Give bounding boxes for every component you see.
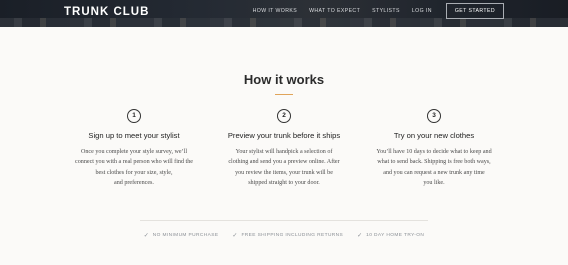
top-navigation-bar: TRUNK CLUB HOW IT WORKS WHAT TO EXPECT S… <box>0 0 568 27</box>
step-description-line: and preferences. <box>114 180 154 187</box>
step-description-line: clothing and send you a preview online. … <box>228 159 340 166</box>
section-title: How it works <box>243 72 325 87</box>
step-1: 1 Sign up to meet your stylist Once you … <box>59 109 209 189</box>
trunk-club-logo[interactable]: TRUNK CLUB <box>64 6 149 18</box>
step-description-line: connect you with a real person who will … <box>75 159 193 166</box>
nav-link-what-to-expect[interactable]: WHAT TO EXPECT <box>309 8 360 14</box>
step-description-line: Once you complete your style survey, we’… <box>80 149 188 155</box>
features-row: ✓ NO MINIMUM PURCHASE ✓ FREE SHIPPING IN… <box>0 232 568 239</box>
step-description-line: best clothes for your size, style, <box>95 169 173 176</box>
step-description: Your stylist will handpick a selection o… <box>209 147 359 189</box>
nav-links: HOW IT WORKS WHAT TO EXPECT STYLISTS LOG… <box>241 2 504 19</box>
step-number-badge: 1 <box>127 109 141 123</box>
step-description-line: and you can request a new trunk any time <box>383 169 485 176</box>
step-description: You’ll have 10 days to decide what to ke… <box>359 147 509 189</box>
check-icon: ✓ <box>232 233 238 239</box>
section-divider <box>140 220 428 221</box>
step-heading: Try on your new clothes <box>393 131 475 140</box>
check-icon: ✓ <box>143 233 149 239</box>
check-icon: ✓ <box>357 233 363 239</box>
nav-link-stylists[interactable]: STYLISTS <box>372 8 400 14</box>
feature-no-minimum-purchase: ✓ NO MINIMUM PURCHASE <box>144 232 219 239</box>
step-number-badge: 3 <box>427 109 441 123</box>
feature-label: NO MINIMUM PURCHASE <box>152 233 219 238</box>
step-description-line: you review the items, your trunk will be <box>235 169 333 176</box>
step-description-line: what to send back. Shipping is free both… <box>377 159 491 166</box>
step-description: Once you complete your style survey, we’… <box>59 147 209 189</box>
step-number-badge: 2 <box>277 109 291 123</box>
step-2: 2 Preview your trunk before it ships You… <box>209 109 359 189</box>
step-description-line: shipped straight to your door. <box>248 180 320 187</box>
feature-free-shipping: ✓ FREE SHIPPING INCLUDING RETURNS <box>232 232 343 239</box>
nav-link-log-in[interactable]: LOG IN <box>412 8 432 14</box>
step-description-line: You’ll have 10 days to decide what to ke… <box>376 149 492 155</box>
title-accent-rule <box>275 94 293 95</box>
header-background-image <box>0 18 568 27</box>
nav-link-how-it-works[interactable]: HOW IT WORKS <box>253 8 297 14</box>
step-description-line: Your stylist will handpick a selection o… <box>235 149 333 155</box>
feature-label: 10 DAY HOME TRY-ON <box>366 233 425 238</box>
step-description-line: you like. <box>423 180 445 187</box>
step-heading: Preview your trunk before it ships <box>227 131 341 140</box>
feature-label: FREE SHIPPING INCLUDING RETURNS <box>241 233 344 238</box>
step-3: 3 Try on your new clothes You’ll have 10… <box>359 109 509 189</box>
step-heading: Sign up to meet your stylist <box>88 131 180 140</box>
get-started-button[interactable]: GET STARTED <box>445 2 504 19</box>
feature-home-try-on: ✓ 10 DAY HOME TRY-ON <box>357 232 424 239</box>
